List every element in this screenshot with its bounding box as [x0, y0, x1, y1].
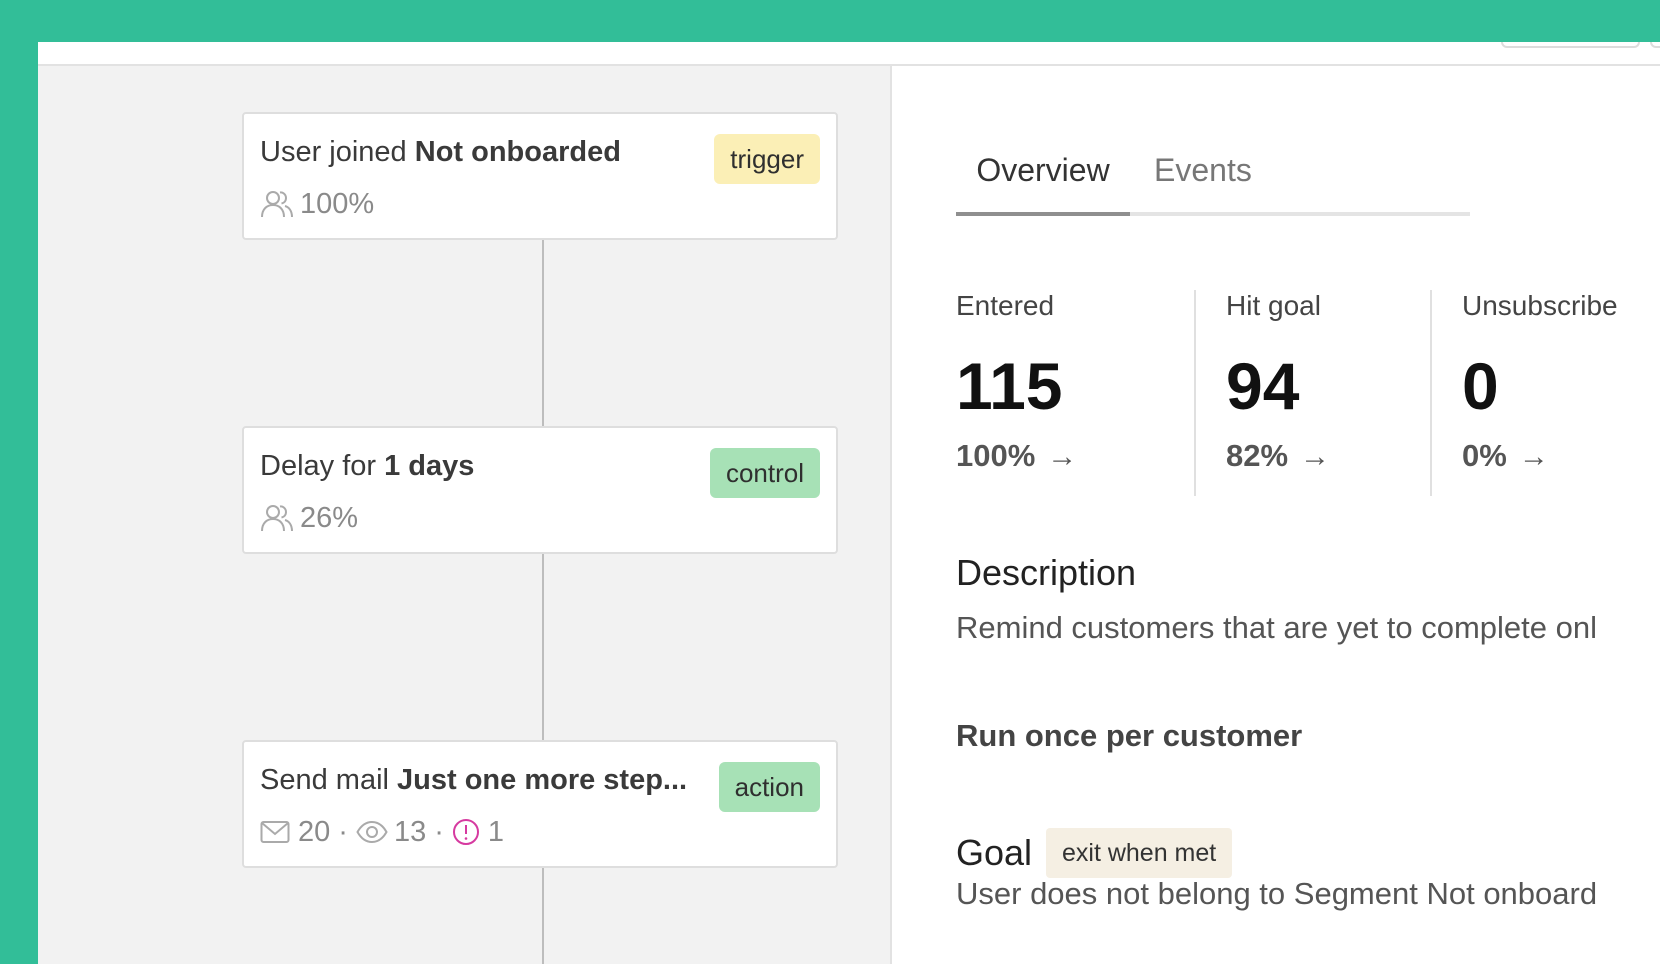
stat-label: Hit goal	[1226, 290, 1321, 321]
goal-tag: exit when met	[1046, 828, 1233, 878]
node-title-name: 1 days	[384, 450, 475, 482]
top-bar-menu-button[interactable]	[1650, 42, 1660, 48]
goal-title: Goal	[956, 832, 1033, 873]
arrow-right-icon: →	[1047, 440, 1078, 473]
node-stat: 20 · 13 · 1	[260, 812, 504, 852]
sent-count: 20	[298, 815, 331, 848]
arrow-right-icon: →	[1518, 440, 1549, 473]
detail-panel: Overview Events Entered 115 100% → Hit go…	[892, 66, 1660, 964]
tab-events[interactable]: Events	[1154, 152, 1252, 208]
node-title-prefix: Delay for	[260, 450, 377, 482]
node-title-prefix: Send mail	[260, 764, 389, 796]
tab-overview[interactable]: Overview	[956, 152, 1130, 216]
description-text: Remind customers that are yet to complet…	[956, 610, 1597, 645]
node-title: User joined Not onboarded	[260, 136, 621, 169]
stat-percent: 82% →	[1226, 438, 1330, 474]
arrow-right-icon: →	[1300, 440, 1331, 473]
control-tag: control	[709, 448, 820, 498]
stat-percent: 100% →	[956, 438, 1077, 474]
node-title: Send mail Just one more step...	[260, 764, 687, 797]
tab-bar: Overview Events	[956, 152, 1470, 216]
run-once-label: Run once per customer	[956, 718, 1303, 753]
error-count: 1	[487, 815, 505, 848]
goal-text: User does not belong to Segment Not onbo…	[956, 876, 1598, 911]
mail-icon	[260, 820, 290, 844]
trigger-tag: trigger	[714, 134, 820, 184]
stat-value: 94	[1226, 349, 1300, 423]
action-tag: action	[718, 762, 820, 812]
top-bar	[38, 42, 1660, 66]
node-title-prefix: User joined	[260, 136, 407, 168]
node-title: Delay for 1 days	[260, 450, 474, 483]
stat-divider	[1430, 290, 1432, 496]
users-icon	[260, 503, 294, 533]
node-stat: 100%	[260, 184, 374, 224]
stat-percent-value: 0%	[1462, 438, 1507, 473]
node-percent: 26%	[300, 501, 359, 534]
description-title: Description	[956, 552, 1137, 593]
workflow-node-control[interactable]: Delay for 1 days control 26%	[242, 426, 838, 554]
stat-percent-value: 82%	[1226, 438, 1289, 473]
connector-line	[542, 552, 544, 744]
workflow-node-action[interactable]: Send mail Just one more step... action 2…	[242, 740, 838, 868]
users-icon	[260, 189, 294, 219]
workflow-canvas[interactable]: User joined Not onboarded trigger 100% D…	[38, 66, 892, 964]
workflow-node-trigger[interactable]: User joined Not onboarded trigger 100%	[242, 112, 838, 240]
node-percent: 100%	[300, 187, 375, 220]
connector-line	[542, 238, 544, 430]
stat-value: 115	[956, 349, 1063, 423]
stat-separator: ·	[434, 815, 444, 848]
stat-label: Entered	[956, 290, 1055, 321]
app-window: User joined Not onboarded trigger 100% D…	[38, 42, 1660, 964]
eye-icon	[356, 820, 388, 844]
stat-separator: ·	[338, 815, 348, 848]
error-icon	[452, 818, 480, 846]
top-bar-button[interactable]	[1501, 42, 1640, 48]
stat-value: 0	[1462, 349, 1499, 423]
stat-percent: 0% →	[1462, 438, 1549, 474]
node-stat: 26%	[260, 498, 358, 538]
node-title-name: Just one more step...	[397, 764, 688, 796]
stat-divider	[1194, 290, 1196, 496]
opened-count: 13	[393, 815, 427, 848]
stat-label: Unsubscribe	[1462, 290, 1618, 321]
connector-line	[542, 866, 544, 964]
stat-percent-value: 100%	[956, 438, 1036, 473]
node-title-name: Not onboarded	[414, 136, 621, 168]
